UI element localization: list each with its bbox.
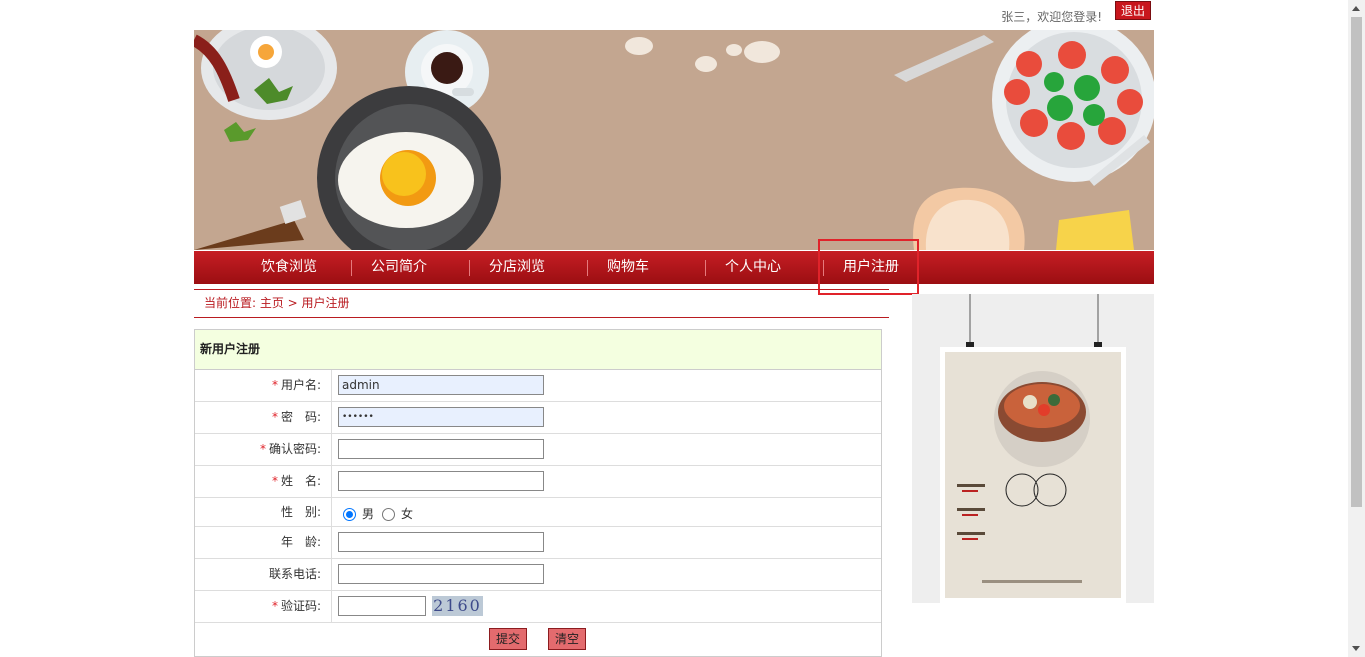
scroll-down-arrow-icon[interactable] — [1352, 646, 1360, 651]
gender-male-label: 男 — [362, 507, 375, 521]
nav-item-branches[interactable]: 分店浏览 — [458, 251, 576, 284]
field-label: * 用户名: — [195, 370, 332, 401]
username-input[interactable]: admin — [338, 375, 544, 395]
name-label: 姓 名: — [280, 474, 321, 488]
nav-item-company[interactable]: 公司简介 — [340, 251, 458, 284]
main-nav: 饮食浏览 公司简介 分店浏览 购物车 个人中心 用户注册 — [194, 251, 1154, 284]
phone-label: 联系电话: — [268, 567, 321, 581]
promo-poster — [912, 294, 1154, 603]
form-row-username: * 用户名: admin — [195, 370, 881, 402]
gender-label: 性 别: — [280, 505, 321, 519]
password-label: 密 码: — [280, 410, 321, 424]
field-label: * 密 码: — [195, 402, 332, 433]
captcha-label: 验证码: — [280, 599, 321, 613]
page-container: 张三，欢迎您登录! 退出 饮食浏览 公司简介 分店浏览 购物车 个人中心 用户注… — [194, 0, 1154, 657]
gender-female-radio[interactable] — [382, 508, 395, 521]
nav-item-profile[interactable]: 个人中心 — [694, 251, 812, 284]
breadcrumb: 当前位置: 主页 > 用户注册 — [194, 289, 889, 318]
confirm-password-label: 确认密码: — [268, 442, 321, 456]
field-label: 联系电话: — [195, 559, 332, 590]
form-row-gender: 性 别: 男 女 — [195, 498, 881, 527]
confirm-password-input[interactable] — [338, 439, 544, 459]
required-mark: * — [271, 410, 278, 424]
form-row-actions: 提交 清空 — [195, 623, 881, 656]
food-banner-illustration — [194, 30, 1154, 250]
age-label: 年 龄: — [280, 535, 321, 549]
required-mark: * — [271, 599, 278, 613]
nav-item-food[interactable]: 饮食浏览 — [230, 251, 348, 284]
required-mark: * — [271, 378, 278, 392]
captcha-input[interactable] — [338, 596, 426, 616]
form-row-phone: 联系电话: — [195, 559, 881, 591]
name-input[interactable] — [338, 471, 544, 491]
active-nav-highlight — [818, 239, 919, 295]
form-row-captcha: * 验证码: 2160 — [195, 591, 881, 623]
logout-button[interactable]: 退出 — [1115, 1, 1151, 20]
username-label: 用户名: — [280, 378, 321, 392]
field-label: * 确认密码: — [195, 434, 332, 465]
field-label: * 姓 名: — [195, 466, 332, 497]
welcome-text: 张三，欢迎您登录! — [1001, 10, 1102, 24]
form-row-password: * 密 码: •••••• — [195, 402, 881, 434]
required-mark: * — [271, 474, 278, 488]
scrollbar-thumb[interactable] — [1351, 17, 1362, 507]
gender-male-radio[interactable] — [343, 508, 356, 521]
form-row-confirm-password: * 确认密码: — [195, 434, 881, 466]
register-form: 新用户注册 * 用户名: admin * 密 码: •••••• * 确认密码: * 姓… — [194, 329, 882, 657]
header-banner — [194, 30, 1154, 250]
scroll-up-arrow-icon[interactable] — [1352, 6, 1360, 11]
field-label: 性 别: — [195, 498, 332, 526]
captcha-image[interactable]: 2160 — [432, 596, 483, 616]
field-label: * 验证码: — [195, 591, 332, 622]
form-row-name: * 姓 名: — [195, 466, 881, 498]
nav-item-cart[interactable]: 购物车 — [569, 251, 687, 284]
age-input[interactable] — [338, 532, 544, 552]
reset-button[interactable]: 清空 — [548, 628, 586, 650]
field-label: 年 龄: — [195, 527, 332, 558]
password-input[interactable]: •••••• — [338, 407, 544, 427]
phone-input[interactable] — [338, 564, 544, 584]
form-row-age: 年 龄: — [195, 527, 881, 559]
top-bar: 张三，欢迎您登录! 退出 — [194, 0, 1154, 30]
form-title: 新用户注册 — [195, 330, 881, 370]
required-mark: * — [259, 442, 266, 456]
seafood-hotpot-poster — [912, 294, 1154, 603]
submit-button[interactable]: 提交 — [489, 628, 527, 650]
gender-female-label: 女 — [401, 507, 414, 521]
